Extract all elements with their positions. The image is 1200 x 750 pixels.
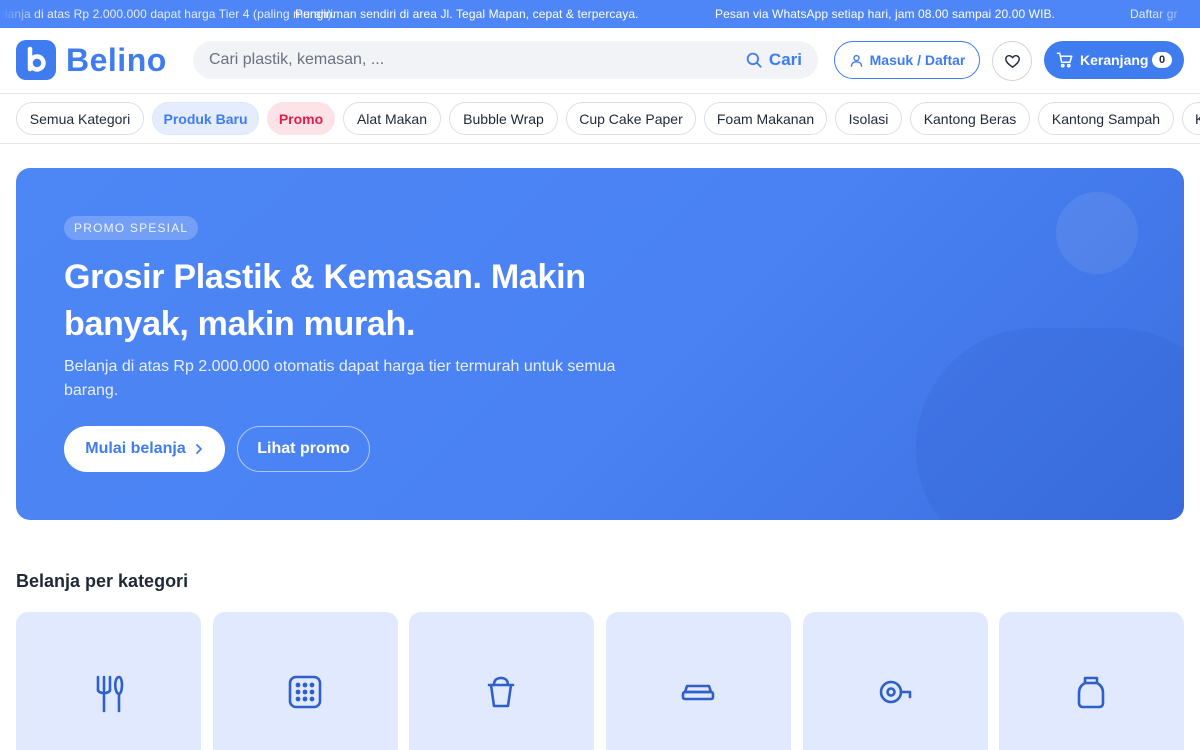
start-shopping-button[interactable]: Mulai belanja (64, 426, 225, 472)
wishlist-button[interactable] (992, 41, 1032, 81)
chip-foam-makanan[interactable]: Foam Makanan (704, 102, 827, 135)
hero-banner: PROMO SPESIAL Grosir Plastik & Kemasan. … (16, 168, 1184, 520)
hero-title: Grosir Plastik & Kemasan. Makin banyak, … (64, 258, 586, 343)
category-card-kantong[interactable] (999, 612, 1184, 750)
cart-count-badge: 0 (1152, 52, 1172, 68)
chip-promo[interactable]: Promo (267, 102, 335, 135)
heart-icon (1004, 54, 1020, 68)
announcement-text: Pesan via WhatsApp setiap hari, jam 08.0… (715, 7, 1056, 21)
chip-isolasi[interactable]: Isolasi (835, 102, 902, 135)
cup-icon (487, 676, 515, 708)
view-promo-button[interactable]: Lihat promo (237, 426, 370, 472)
logo-icon (16, 40, 56, 80)
login-button[interactable]: Masuk / Daftar (834, 41, 980, 79)
chevron-right-icon (195, 444, 202, 454)
category-card-bubble-wrap[interactable] (213, 612, 398, 750)
search-button-label: Cari (768, 50, 802, 69)
search-bar: Cari (193, 41, 818, 79)
cart-button[interactable]: Keranjang 0 (1044, 41, 1184, 79)
chip-bubble-wrap[interactable]: Bubble Wrap (449, 102, 558, 135)
hero-description: Belanja di atas Rp 2.000.000 otomatis da… (64, 358, 616, 399)
announcement-bar: Belanja di atas Rp 2.000.000 dapat harga… (0, 0, 1200, 28)
chip-semua-kategori[interactable]: Semua Kategori (16, 102, 144, 135)
fade-left (0, 0, 40, 28)
bag-icon (1077, 676, 1105, 709)
search-input[interactable] (209, 41, 729, 79)
decor-circle (916, 328, 1184, 520)
logo-text: Belino (66, 41, 167, 78)
category-card-foam[interactable] (606, 612, 791, 750)
announcement-text: Pengiriman sendiri di area Jl. Tegal Map… (295, 7, 639, 21)
section-title: Belanja per kategori (16, 571, 189, 591)
site-header: Belino Cari Masuk / Daftar Keranjang 0 (0, 28, 1200, 93)
tape-icon (879, 680, 912, 704)
bubble-wrap-icon (288, 675, 322, 709)
category-card-cup[interactable] (409, 612, 594, 750)
category-card-isolasi[interactable] (803, 612, 988, 750)
chip-produk-baru[interactable]: Produk Baru (152, 102, 259, 135)
chip-cup-cake-paper[interactable]: Cup Cake Paper (566, 102, 696, 135)
category-nav: Semua Kategori Produk Baru Promo Alat Ma… (0, 93, 1200, 144)
start-shopping-label: Mulai belanja (85, 440, 186, 457)
category-card-alat-makan[interactable] (16, 612, 201, 750)
view-promo-label: Lihat promo (257, 440, 350, 457)
logo[interactable]: Belino (16, 40, 167, 80)
foam-tray-icon (681, 684, 715, 701)
chip-alat-makan[interactable]: Alat Makan (343, 102, 441, 135)
decor-circle (1056, 192, 1138, 274)
cart-icon (1056, 52, 1073, 68)
announcement-text: Belanja di atas Rp 2.000.000 dapat harga… (0, 7, 336, 21)
promo-badge: PROMO SPESIAL (64, 216, 199, 240)
chip-kantong-beras[interactable]: Kantong Beras (910, 102, 1030, 135)
search-icon (746, 52, 762, 68)
login-label: Masuk / Daftar (869, 52, 966, 68)
search-button[interactable]: Cari (745, 41, 802, 79)
utensils-icon (96, 675, 124, 713)
user-icon (850, 54, 862, 67)
cart-label: Keranjang (1080, 52, 1149, 68)
chip-kantong-sampah[interactable]: Kantong Sampah (1038, 102, 1174, 135)
fade-right (1150, 0, 1200, 28)
chip-kantong-plastik[interactable]: Kantong Plastik (1182, 102, 1200, 135)
